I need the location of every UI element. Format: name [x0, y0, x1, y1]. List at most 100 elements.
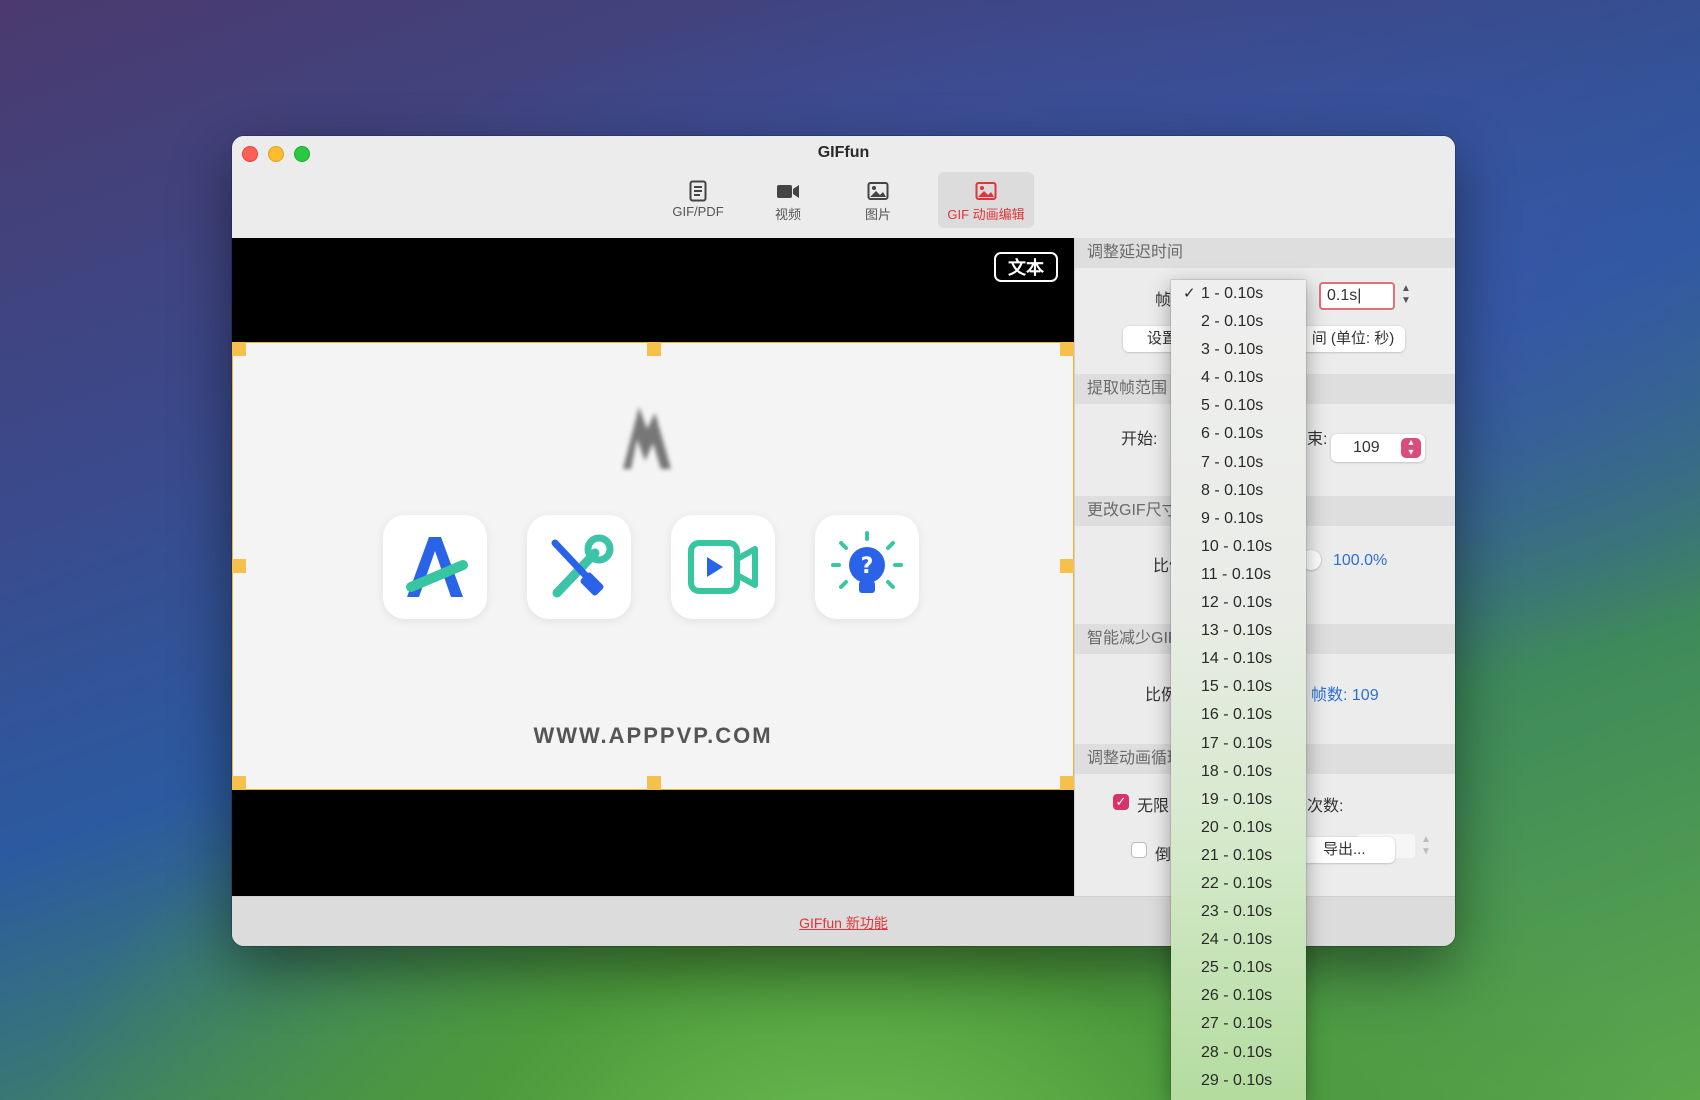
frame-menu-item[interactable]: 5 - 0.10s: [1171, 392, 1306, 420]
tab-image-label: 图片: [864, 207, 891, 222]
chevron-updown-icon: ▴ ▾: [1401, 438, 1421, 458]
frame-menu-item-label: 24 - 0.10s: [1201, 931, 1273, 949]
image-icon: [867, 182, 889, 200]
website-url-text: WWW.APPPVP.COM: [533, 723, 773, 748]
frame-menu-item[interactable]: 16 - 0.10s: [1171, 701, 1306, 729]
tab-gif-edit-label: GIF 动画编辑: [947, 207, 1025, 222]
frame-menu-item-label: 26 - 0.10s: [1201, 987, 1273, 1005]
frame-menu-item[interactable]: 22 - 0.10s: [1171, 870, 1306, 898]
frame-menu-item-label: 19 - 0.10s: [1201, 790, 1273, 808]
frame-menu-item-label: 9 - 0.10s: [1201, 509, 1264, 527]
frame-menu-item[interactable]: 18 - 0.10s: [1171, 758, 1306, 786]
title-bar: GIFfun GIF/PDF 视频 图片 GIF 动画编辑: [232, 136, 1455, 239]
whats-new-link[interactable]: GIFfun 新功能: [799, 913, 888, 933]
frame-menu-item-label: 3 - 0.10s: [1201, 341, 1264, 359]
frame-menu-item-label: 20 - 0.10s: [1201, 818, 1273, 836]
resize-handle-bottom-right[interactable]: [1060, 776, 1074, 790]
frame-menu-item[interactable]: 8 - 0.10s: [1171, 477, 1306, 505]
loop-count-label: 次数:: [1307, 798, 1344, 815]
frame-menu-item-label: 12 - 0.10s: [1201, 594, 1273, 612]
frame-menu-item[interactable]: 11 - 0.10s: [1171, 561, 1306, 589]
frame-menu-item[interactable]: 13 - 0.10s: [1171, 617, 1306, 645]
frame-delay-dropdown-menu[interactable]: ✓ 1 - 0.10s 2 - 0.10s 3 - 0.10s 4 - 0.10s 5 -…: [1171, 280, 1306, 1100]
infinite-loop-checkbox[interactable]: ✓: [1113, 794, 1129, 810]
tab-video[interactable]: 视频: [740, 172, 836, 228]
frame-menu-item[interactable]: 21 - 0.10s: [1171, 842, 1306, 870]
svg-text:?: ?: [861, 554, 874, 579]
frame-menu-item[interactable]: 17 - 0.10s: [1171, 730, 1306, 758]
frame-menu-item-label: 21 - 0.10s: [1201, 846, 1273, 864]
infinite-loop-label: 无限: [1137, 798, 1170, 815]
reverse-checkbox[interactable]: [1131, 842, 1147, 858]
resize-handle-left[interactable]: [232, 559, 246, 573]
frame-menu-item-label: 23 - 0.10s: [1201, 903, 1273, 921]
frame-menu-item[interactable]: 23 - 0.10s: [1171, 898, 1306, 926]
tab-video-label: 视频: [774, 207, 801, 222]
end-frame-select[interactable]: 109 ▴ ▾: [1331, 434, 1425, 462]
frame-menu-item[interactable]: 27 - 0.10s: [1171, 1010, 1306, 1038]
frame-menu-item[interactable]: 29 - 0.10s: [1171, 1067, 1306, 1095]
frame-menu-item[interactable]: 15 - 0.10s: [1171, 673, 1306, 701]
export-button[interactable]: 导出...: [1301, 837, 1395, 863]
frame-menu-item-label: 28 - 0.10s: [1201, 1043, 1273, 1061]
resize-handle-top-right[interactable]: [1060, 342, 1074, 356]
frame-menu-item-label: 4 - 0.10s: [1201, 369, 1264, 387]
frame-menu-item[interactable]: 26 - 0.10s: [1171, 982, 1306, 1010]
frame-menu-item-label: 22 - 0.10s: [1201, 874, 1273, 892]
frame-menu-item[interactable]: 12 - 0.10s: [1171, 589, 1306, 617]
resize-handle-top-left[interactable]: [232, 342, 246, 356]
delay-unit-button[interactable]: 间 (单位: 秒): [1301, 326, 1405, 352]
frame-menu-item[interactable]: 25 - 0.10s: [1171, 954, 1306, 982]
frame-menu-item[interactable]: 24 - 0.10s: [1171, 926, 1306, 954]
loop-count-stepper[interactable]: ▲ ▼: [1419, 834, 1433, 860]
start-label: 开始:: [1121, 431, 1158, 448]
app-letter-a-icon: [406, 537, 468, 597]
frame-menu-item-label: 2 - 0.10s: [1201, 313, 1264, 331]
gif-canvas[interactable]: ? WWW.APPPVP.COM: [232, 342, 1074, 790]
resize-handle-bottom-left[interactable]: [232, 776, 246, 790]
frame-menu-item[interactable]: 7 - 0.10s: [1171, 449, 1306, 477]
frame-menu-item-label: 6 - 0.10s: [1201, 425, 1264, 443]
delay-time-input[interactable]: 0.1s|: [1319, 282, 1395, 310]
resize-handle-bottom[interactable]: [647, 776, 661, 790]
delay-stepper[interactable]: ▲ ▼: [1399, 283, 1413, 309]
frame-menu-item[interactable]: 14 - 0.10s: [1171, 645, 1306, 673]
text-button[interactable]: 文本: [994, 252, 1058, 282]
frames-count-text: 帧数: 109: [1311, 687, 1379, 704]
frame-menu-item-label: 7 - 0.10s: [1201, 453, 1264, 471]
app-store-tile: [383, 515, 487, 619]
checkmark-icon: ✓: [1183, 285, 1196, 302]
tools-tile: [527, 515, 631, 619]
document-icon: [689, 180, 707, 202]
frame-menu-item-label: 13 - 0.10s: [1201, 622, 1273, 640]
tab-gif-pdf-label: GIF/PDF: [672, 204, 724, 219]
frame-menu-item-label: 14 - 0.10s: [1201, 650, 1273, 668]
tab-gif-pdf[interactable]: GIF/PDF: [650, 172, 746, 228]
frame-menu-item[interactable]: 28 - 0.10s: [1171, 1039, 1306, 1067]
frame-menu-item[interactable]: 19 - 0.10s: [1171, 786, 1306, 814]
video-play-icon: [688, 540, 758, 594]
frame-menu-item-label: 10 - 0.10s: [1201, 537, 1273, 555]
frame-menu-item[interactable]: 9 - 0.10s: [1171, 505, 1306, 533]
frame-menu-item[interactable]: 6 - 0.10s: [1171, 420, 1306, 448]
frame-menu-item-label: 29 - 0.10s: [1201, 1071, 1273, 1089]
video-camera-icon: [777, 185, 799, 198]
frame-menu-item[interactable]: 3 - 0.10s: [1171, 336, 1306, 364]
frame-menu-item[interactable]: 10 - 0.10s: [1171, 533, 1306, 561]
resize-ratio-value: 100.0%: [1333, 552, 1388, 569]
resize-handle-top[interactable]: [647, 342, 661, 356]
delay-time-value: 0.1s: [1327, 287, 1358, 304]
frame-menu-item-label: 25 - 0.10s: [1201, 959, 1273, 977]
tab-gif-edit[interactable]: GIF 动画编辑: [938, 172, 1034, 228]
resize-handle-right[interactable]: [1060, 559, 1074, 573]
window-title: GIFfun: [817, 144, 870, 161]
frame-menu-item[interactable]: 20 - 0.10s: [1171, 814, 1306, 842]
frame-menu-item[interactable]: 2 - 0.10s: [1171, 308, 1306, 336]
toolbar: GIF/PDF 视频 图片 GIF 动画编辑: [232, 172, 1455, 232]
frame-menu-item[interactable]: 4 - 0.10s: [1171, 364, 1306, 392]
frame-label: 帧: [1155, 292, 1172, 309]
image-edit-icon: [975, 182, 997, 200]
frame-menu-item[interactable]: ✓ 1 - 0.10s: [1171, 280, 1306, 308]
frame-menu-item-label: 8 - 0.10s: [1201, 481, 1264, 499]
tab-image[interactable]: 图片: [830, 172, 926, 228]
